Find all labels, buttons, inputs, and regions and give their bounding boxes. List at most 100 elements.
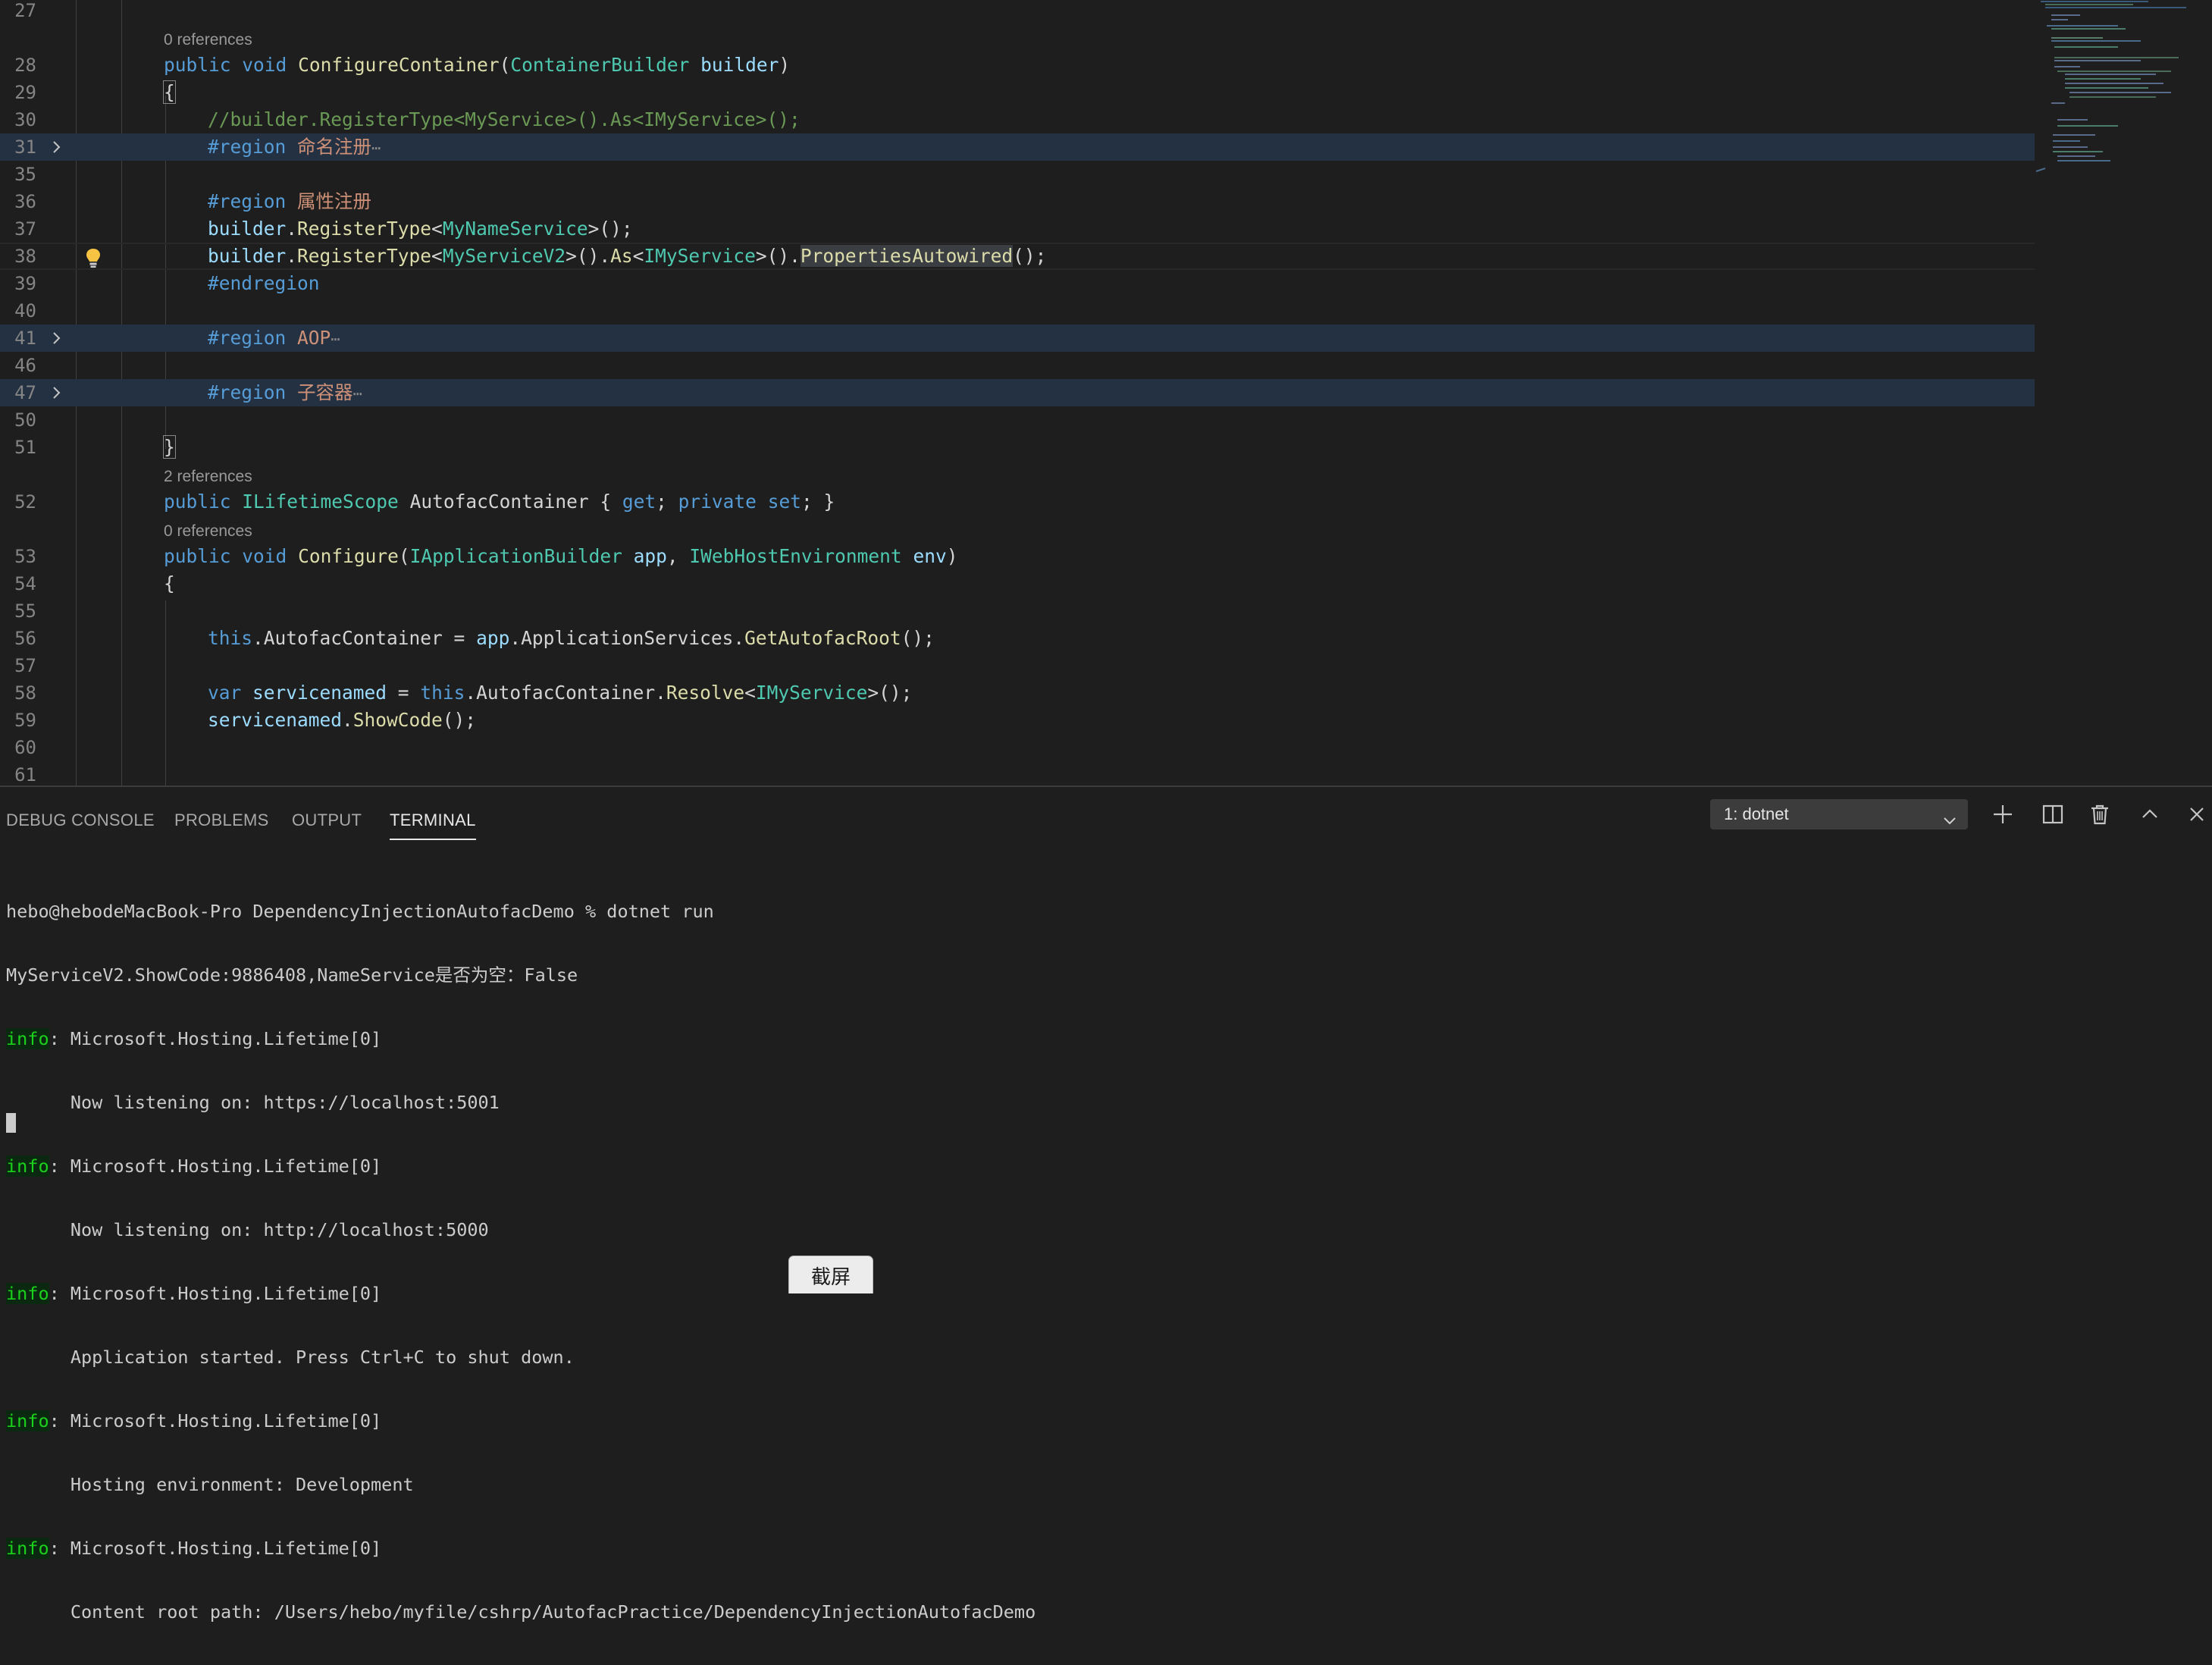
info-tag: info [6, 1410, 49, 1431]
lightbulb-icon[interactable] [85, 247, 102, 268]
line-number: 28 [14, 55, 36, 76]
screenshot-button[interactable]: 截屏 [788, 1256, 873, 1293]
split-icon[interactable] [2041, 802, 2065, 826]
line-number: 56 [14, 628, 36, 649]
code-comment: //builder.RegisterType<MyService>().As<I… [208, 108, 801, 130]
terminal-line: info: Microsoft.Hosting.Lifetime[0] [6, 1410, 382, 1431]
info-tag: info [6, 1155, 49, 1177]
code-line[interactable]: 27 [0, 0, 2035, 24]
codelens-references[interactable]: 0 references [164, 520, 252, 543]
fold-ellipsis: ⋯ [352, 384, 362, 403]
terminal-line: Now listening on: http://localhost:5000 [6, 1219, 489, 1240]
minimap[interactable] [2035, 0, 2212, 182]
code-text: #region AOP⋯ [208, 327, 340, 349]
line-number: 55 [14, 600, 36, 622]
plus-icon[interactable] [1991, 802, 2015, 826]
code-line[interactable]: 53 public void Configure(IApplicationBui… [0, 543, 2035, 570]
code-line[interactable]: 60 [0, 734, 2035, 761]
line-number: 40 [14, 300, 36, 321]
code-line[interactable]: 46 [0, 352, 2035, 379]
line-number: 35 [14, 164, 36, 185]
code-line[interactable]: 35 [0, 161, 2035, 188]
terminal-output[interactable]: hebo@hebodeMacBook-Pro DependencyInjecti… [6, 858, 1036, 1665]
code-line-current[interactable]: 38 builder.RegisterType<MyServiceV2>().A… [0, 243, 2035, 270]
line-number: 47 [14, 382, 36, 403]
terminal-line: Content root path: /Users/hebo/myfile/cs… [6, 1601, 1036, 1623]
close-icon[interactable] [2185, 802, 2209, 826]
code-line[interactable]: 54 { [0, 570, 2035, 597]
code-text: servicenamed.ShowCode(); [208, 709, 477, 731]
code-line-folded-region[interactable]: 41 #region AOP⋯ [0, 325, 2035, 352]
code-line[interactable]: 50 [0, 406, 2035, 434]
line-number: 36 [14, 191, 36, 212]
tab-debug-console[interactable]: DEBUG CONSOLE [6, 805, 155, 845]
code-text: #endregion [208, 272, 320, 294]
code-line[interactable]: 57 [0, 652, 2035, 679]
chevron-right-icon[interactable] [49, 140, 64, 155]
fold-ellipsis: ⋯ [331, 330, 340, 348]
code-text: public ILifetimeScope AutofacContainer {… [164, 491, 835, 513]
code-line-folded-region[interactable]: 31 #region 命名注册⋯ [0, 133, 2035, 161]
code-text: } [163, 435, 176, 459]
fold-ellipsis: ⋯ [371, 139, 381, 157]
info-tag: info [6, 1283, 49, 1304]
terminal-line: info: Microsoft.Hosting.Lifetime[0] [6, 1155, 382, 1177]
line-number: 60 [14, 737, 36, 758]
terminal-line: info: Microsoft.Hosting.Lifetime[0] [6, 1028, 382, 1049]
terminal-selector-dropdown[interactable]: 1: dotnet [1710, 799, 1968, 829]
tab-problems[interactable]: PROBLEMS [174, 805, 269, 845]
code-line[interactable]: 30 //builder.RegisterType<MyService>().A… [0, 106, 2035, 133]
chevron-right-icon[interactable] [49, 331, 64, 346]
code-text: public void ConfigureContainer(Container… [164, 54, 791, 76]
code-line[interactable]: 51 } [0, 434, 2035, 461]
chevron-up-icon[interactable] [2138, 802, 2162, 826]
chevron-down-icon [1942, 807, 1957, 838]
info-tag: info [6, 1028, 49, 1049]
line-number: 54 [14, 573, 36, 594]
code-text: this.AutofacContainer = app.ApplicationS… [208, 627, 935, 649]
trash-icon[interactable] [2088, 802, 2112, 826]
line-number: 41 [14, 328, 36, 349]
code-text: #region 命名注册⋯ [208, 136, 381, 158]
code-line[interactable]: 29 { [0, 79, 2035, 106]
info-tag: info [6, 1538, 49, 1559]
tab-terminal[interactable]: TERMINAL [390, 805, 476, 845]
codelens-references[interactable]: 0 references [164, 29, 252, 52]
line-number: 59 [14, 710, 36, 731]
chevron-right-icon[interactable] [49, 385, 64, 400]
code-line[interactable]: 61 [0, 761, 2035, 785]
code-line[interactable]: 39 #endregion [0, 270, 2035, 297]
codelens-references[interactable]: 2 references [164, 466, 252, 488]
line-number: 39 [14, 273, 36, 294]
code-line[interactable]: 28 public void ConfigureContainer(Contai… [0, 52, 2035, 79]
code-line[interactable]: 40 [0, 297, 2035, 325]
line-number: 53 [14, 546, 36, 567]
code-text: #region 子容器⋯ [208, 381, 362, 403]
code-line[interactable]: 55 [0, 597, 2035, 625]
code-text: builder.RegisterType<MyServiceV2>().As<I… [208, 245, 1047, 267]
terminal-line: hebo@hebodeMacBook-Pro DependencyInjecti… [6, 901, 714, 922]
terminal-selector-value: 1: dotnet [1724, 804, 1789, 823]
line-number: 38 [14, 246, 36, 267]
code-line[interactable]: 56 this.AutofacContainer = app.Applicati… [0, 625, 2035, 652]
line-number: 58 [14, 682, 36, 704]
line-number: 30 [14, 109, 36, 130]
code-line-folded-region[interactable]: 47 #region 子容器⋯ [0, 379, 2035, 406]
terminal-line: info: Microsoft.Hosting.Lifetime[0] [6, 1538, 382, 1559]
line-number: 50 [14, 409, 36, 431]
line-number: 37 [14, 218, 36, 240]
tab-output[interactable]: OUTPUT [292, 805, 362, 845]
code-line[interactable]: 36 #region 属性注册 [0, 188, 2035, 215]
code-text: { [163, 80, 176, 104]
code-text: #region 属性注册 [208, 190, 372, 212]
code-line[interactable]: 58 var servicenamed = this.AutofacContai… [0, 679, 2035, 707]
line-number: 31 [14, 136, 36, 158]
code-line[interactable]: 52 public ILifetimeScope AutofacContaine… [0, 488, 2035, 516]
code-text: { [164, 572, 175, 594]
bottom-panel: DEBUG CONSOLE PROBLEMS OUTPUT TERMINAL 1… [0, 785, 2212, 1623]
code-line[interactable]: 59 servicenamed.ShowCode(); [0, 707, 2035, 734]
line-number: 29 [14, 82, 36, 103]
terminal-line: Hosting environment: Development [6, 1474, 414, 1495]
code-line[interactable]: 37 builder.RegisterType<MyNameService>()… [0, 215, 2035, 243]
code-editor[interactable]: 27 0 references 28 public void Configure… [0, 0, 2212, 785]
